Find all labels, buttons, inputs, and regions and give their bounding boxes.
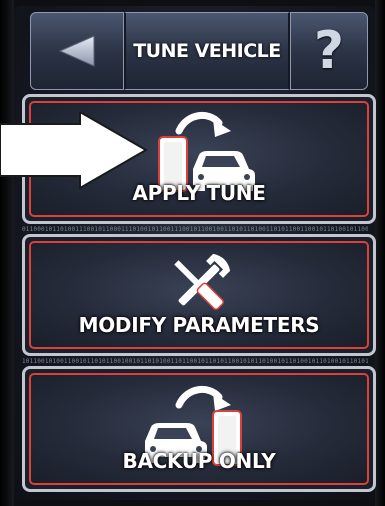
binary-decoration: 0110001011010011100101100011101001011001… <box>22 226 368 233</box>
header-bar: TUNE VEHICLE ? <box>30 12 368 90</box>
backup-only-panel-face: BACKUP ONLY <box>29 373 369 485</box>
backup-only-label: BACKUP ONLY <box>122 449 276 473</box>
modify-parameters-button[interactable]: MODIFY PARAMETERS <box>22 234 376 356</box>
modify-parameters-label: MODIFY PARAMETERS <box>78 313 320 337</box>
page-title-cell: TUNE VEHICLE <box>124 12 290 90</box>
bezel-left <box>0 0 14 506</box>
pointer-arrow-icon <box>0 112 149 190</box>
binary-decoration: 1011001010011001011010110010010110101001… <box>22 358 368 365</box>
help-question-icon: ? <box>313 21 345 81</box>
bezel-right <box>375 0 385 506</box>
backup-only-button[interactable]: BACKUP ONLY <box>22 366 376 492</box>
back-triangle-icon <box>58 35 95 67</box>
wrench-screwdriver-icon <box>174 253 231 310</box>
device-frame: TUNE VEHICLE ? APPLY TUNE 01100010110100… <box>0 0 385 506</box>
modify-parameters-panel-face: MODIFY PARAMETERS <box>29 241 369 349</box>
back-button[interactable] <box>30 12 124 90</box>
help-button[interactable]: ? <box>290 12 368 90</box>
page-title: TUNE VEHICLE <box>133 40 281 62</box>
